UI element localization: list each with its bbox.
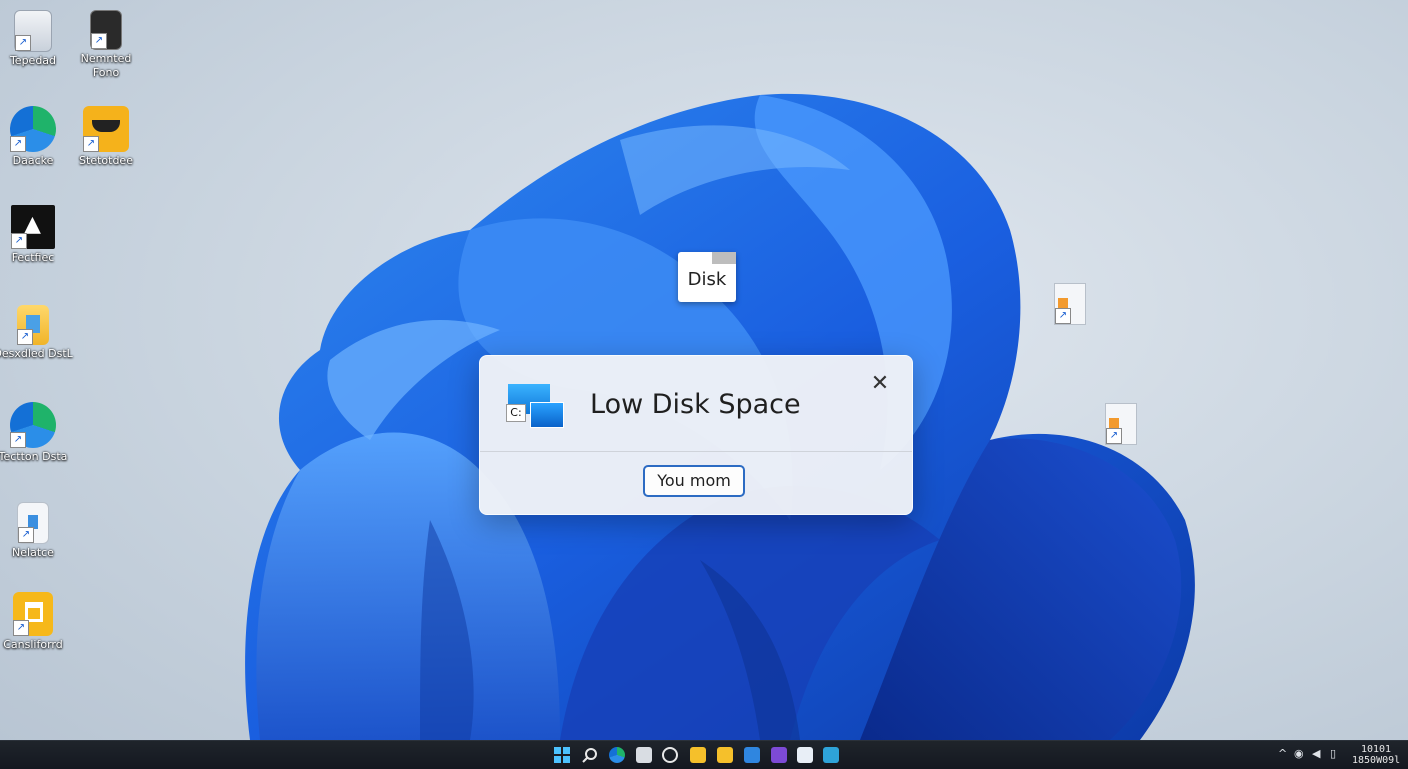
desktop-icon-label: Oesxdled DstL: [0, 347, 73, 360]
document-shortcut-icon[interactable]: ↗: [1054, 283, 1086, 325]
photos-icon[interactable]: [797, 747, 813, 763]
shortcut-arrow-icon: ↗: [17, 329, 33, 345]
desktop-icon-label: Fectfiec: [11, 251, 55, 264]
dialog-separator: [480, 451, 912, 452]
yellow-app-icon: ↗: [13, 592, 53, 636]
start-icon[interactable]: [554, 747, 570, 763]
drive-letter-badge: C:: [506, 404, 526, 422]
dialog-title: Low Disk Space: [590, 389, 801, 420]
desktop-icon-label: Stetotdee: [79, 154, 133, 167]
shortcut-arrow-icon: ↗: [13, 620, 29, 636]
folded-corner: [712, 252, 736, 264]
shortcut-arrow-icon: ↗: [11, 233, 27, 249]
image-mark-icon: [1058, 298, 1068, 308]
terminal-icon: ↗: [90, 10, 122, 50]
system-clock[interactable]: 10101 1850W09l: [1352, 744, 1400, 766]
store-icon[interactable]: [744, 747, 760, 763]
upload-arrow-app-icon: ▲ ↗: [11, 205, 55, 249]
desktop-icon-label: Cansliforrd: [3, 638, 63, 651]
folder-icon[interactable]: [690, 747, 706, 763]
desktop-icon-oesxdled-dstl[interactable]: ↗ Oesxdled DstL: [0, 305, 73, 361]
shortcut-arrow-icon: ↗: [10, 136, 26, 152]
desktop-icon-cansliforrd[interactable]: ↗ Cansliforrd: [0, 592, 73, 652]
desktop-icon-tectton-dsta[interactable]: ↗ Tectton Dsta: [0, 402, 73, 464]
drive-icon: C:: [506, 384, 566, 430]
volume-icon[interactable]: ◀: [1312, 747, 1320, 760]
desktop-icon-nemnted-fono[interactable]: ↗ Nemnted Fono: [66, 10, 146, 80]
desktop-icon-label: Nemnted Fono: [80, 52, 132, 79]
battery-icon[interactable]: ▯: [1330, 747, 1336, 760]
dialog-action-button[interactable]: You mom: [643, 465, 745, 497]
disk-file-icon[interactable]: Disk: [678, 252, 736, 302]
chevron-up-icon[interactable]: ^: [1278, 747, 1287, 760]
chart-app-icon[interactable]: [823, 747, 839, 763]
close-icon[interactable]: ✕: [866, 370, 894, 398]
document-folder-icon: ↗: [17, 305, 49, 345]
shortcut-arrow-icon: ↗: [18, 527, 34, 543]
shortcut-arrow-icon: ↗: [1055, 308, 1071, 324]
monitor-front: [530, 402, 564, 428]
desktop-icon-daacke[interactable]: ↗ Daacke: [0, 106, 73, 168]
edge-browser-icon: ↗: [10, 402, 56, 448]
sunglasses-icon: [92, 120, 120, 132]
low-disk-space-dialog: C: Low Disk Space ✕ You mom: [479, 355, 913, 515]
wifi-icon[interactable]: ◉: [1294, 747, 1304, 760]
cortana-icon[interactable]: [662, 747, 678, 763]
desktop-icon-label: Tectton Dsta: [0, 450, 68, 463]
desktop-icon-label: Tepedad: [9, 54, 57, 67]
desktop-icon-tepedad[interactable]: ↗ Tepedad: [0, 10, 73, 68]
shortcut-arrow-icon: ↗: [1106, 428, 1122, 444]
edge-icon[interactable]: [609, 747, 625, 763]
clock-date: 1850W09l: [1352, 755, 1401, 766]
desktop-icon-nelatce[interactable]: ↗ Nelatce: [0, 502, 73, 560]
sunglasses-app-icon: ↗: [83, 106, 129, 152]
frame-icon: [25, 602, 43, 622]
image-mark-icon: [1109, 418, 1119, 428]
teams-icon[interactable]: [771, 747, 787, 763]
desktop-icon-fectfiec[interactable]: ▲ ↗ Fectfiec: [0, 205, 73, 265]
desktop-icon-label: Nelatce: [12, 546, 54, 559]
file-explorer-icon[interactable]: [636, 747, 652, 763]
desktop-icon-label: Daacke: [12, 154, 54, 167]
disk-tag-label: Disk: [687, 269, 727, 290]
search-icon[interactable]: [582, 747, 598, 763]
shortcut-arrow-icon: ↗: [15, 35, 31, 51]
desktop-icon-stetotdee[interactable]: ↗ Stetotdee: [66, 106, 146, 168]
recycle-bin-icon: ↗: [14, 10, 52, 52]
shortcut-arrow-icon: ↗: [83, 136, 99, 152]
folder-icon[interactable]: [717, 747, 733, 763]
document-shortcut-icon[interactable]: ↗: [1105, 403, 1137, 445]
document-icon: ↗: [17, 502, 49, 544]
shortcut-arrow-icon: ↗: [10, 432, 26, 448]
taskbar: ^ ◉ ◀ ▯ 10101 1850W09l: [0, 740, 1408, 769]
edge-browser-icon: ↗: [10, 106, 56, 152]
clock-time: 10101: [1360, 744, 1392, 755]
shortcut-arrow-icon: ↗: [91, 33, 107, 49]
